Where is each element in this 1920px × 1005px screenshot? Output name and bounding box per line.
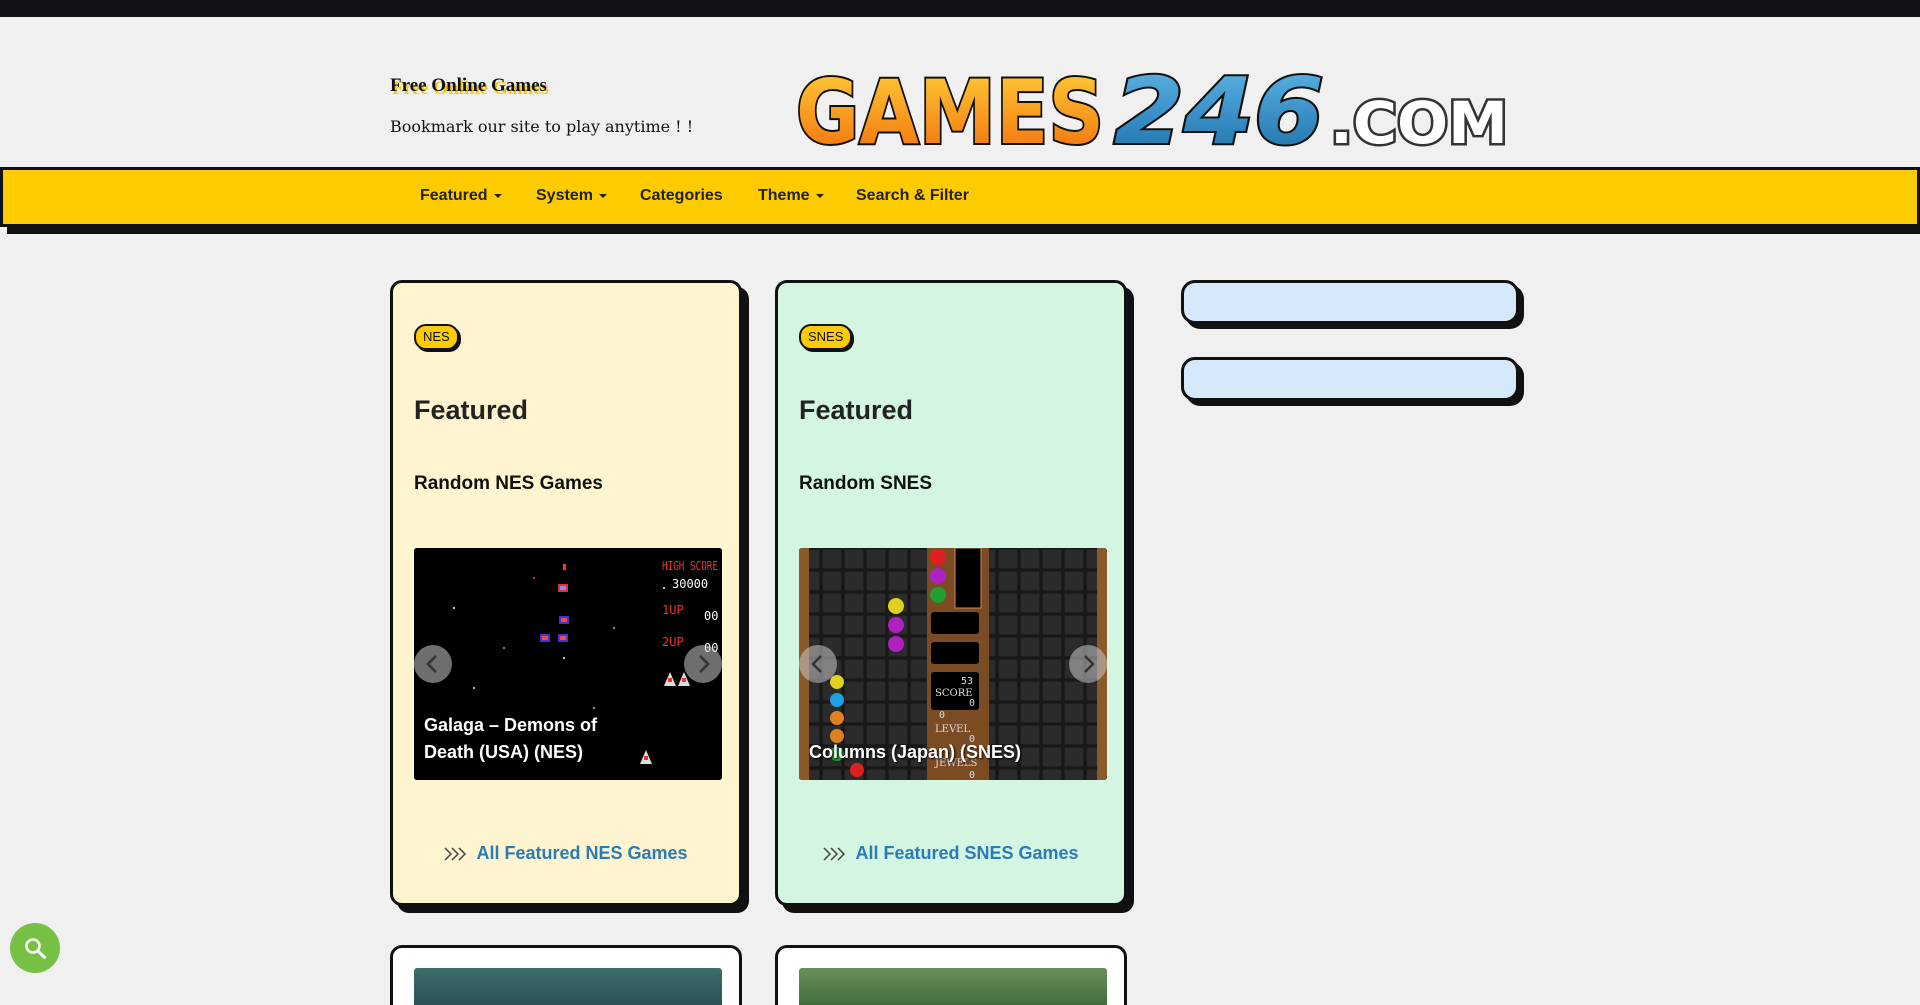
system-badge[interactable]: NES [414, 324, 459, 350]
game-thumbnail[interactable] [799, 968, 1107, 1005]
slide-caption[interactable]: Columns (Japan) (SNES) [809, 739, 1099, 766]
nav-search-filter-label: Search & Filter [856, 187, 969, 204]
all-featured-nes-link[interactable]: All Featured NES Games [393, 843, 739, 864]
chevron-right-icon [1084, 655, 1095, 673]
nav-search-filter[interactable]: Search & Filter [856, 187, 969, 205]
nav-categories[interactable]: Categories [640, 187, 723, 205]
sidebar-widget [1181, 280, 1519, 324]
galaga-1up: 1UP [662, 603, 684, 617]
columns-level-value: 0 [939, 710, 945, 721]
system-badge[interactable]: SNES [799, 324, 853, 350]
next-card-partial [390, 945, 742, 1005]
columns-level-label: LEVEL [935, 724, 970, 735]
columns-score-label: SCORE [935, 688, 973, 699]
caret-down-icon [598, 193, 607, 198]
logo-tld-text: .COM [1330, 89, 1508, 157]
card-title: Featured [414, 395, 529, 425]
card-subtitle: Random SNES [799, 473, 933, 494]
nav-system-label: System [536, 187, 593, 204]
logo-number-text: 246 [1114, 58, 1324, 157]
featured-snes-card: SNES Featured Random SNES 53 SCORE 0 0 L… [775, 280, 1127, 906]
site-tagline: Bookmark our site to play anytime ! ! [390, 117, 694, 136]
triple-chevron-right-icon [444, 847, 467, 861]
chevron-left-icon [426, 655, 437, 673]
galaga-1up-score: 00 [704, 609, 718, 623]
caret-down-icon [493, 193, 502, 198]
all-featured-snes-link[interactable]: All Featured SNES Games [778, 843, 1124, 864]
slider-prev-button[interactable] [799, 645, 837, 683]
all-featured-link-label: All Featured NES Games [476, 843, 688, 863]
site-title[interactable]: Free Online Games [390, 75, 547, 97]
card-subtitle: Random NES Games [414, 473, 603, 494]
slide-caption[interactable]: Galaga – Demons of Death (USA) (NES) [424, 712, 634, 766]
nav-featured-label: Featured [420, 187, 488, 204]
search-icon [25, 938, 46, 959]
galaga-high-score-label: HIGH SCORE [662, 559, 718, 573]
game-thumbnail[interactable] [414, 968, 722, 1005]
nav-theme[interactable]: Theme [758, 187, 824, 205]
top-bar [0, 0, 1920, 17]
game-slider[interactable]: 53 SCORE 0 0 LEVEL 0 JEWELS 0 Columns (J… [799, 548, 1107, 780]
site-logo[interactable]: GAMES 246 .COM [792, 47, 1512, 157]
galaga-high-score: 30000 [672, 577, 708, 591]
game-slider[interactable]: HIGH SCORE 30000 1UP 00 2UP 00 Galaga – … [414, 548, 722, 780]
slider-next-button[interactable] [1069, 645, 1107, 683]
all-featured-link-label: All Featured SNES Games [855, 843, 1079, 863]
card-title: Featured [799, 395, 914, 425]
columns-jewels: 0 [969, 770, 975, 780]
chevron-right-icon [699, 655, 710, 673]
sidebar-widget [1181, 357, 1519, 401]
logo-games-text: GAMES [796, 61, 1104, 157]
nav-theme-label: Theme [758, 187, 810, 204]
search-button[interactable] [10, 923, 60, 973]
caret-down-icon [815, 193, 824, 198]
slider-next-button[interactable] [684, 645, 722, 683]
next-card-partial [775, 945, 1127, 1005]
site-header: Free Online Games Bookmark our site to p… [0, 17, 1920, 167]
triple-chevron-right-icon [823, 847, 846, 861]
nav-categories-label: Categories [640, 187, 723, 204]
main-nav: Featured System Categories Theme Search … [0, 167, 1920, 227]
nav-system[interactable]: System [536, 187, 607, 205]
chevron-left-icon [811, 655, 822, 673]
columns-score-value: 53 [961, 676, 973, 687]
nav-featured[interactable]: Featured [420, 187, 502, 205]
slider-prev-button[interactable] [414, 645, 452, 683]
columns-score: 0 [969, 698, 975, 709]
featured-nes-card: NES Featured Random NES Games HIGH SCORE… [390, 280, 742, 906]
galaga-2up: 2UP [662, 635, 684, 649]
